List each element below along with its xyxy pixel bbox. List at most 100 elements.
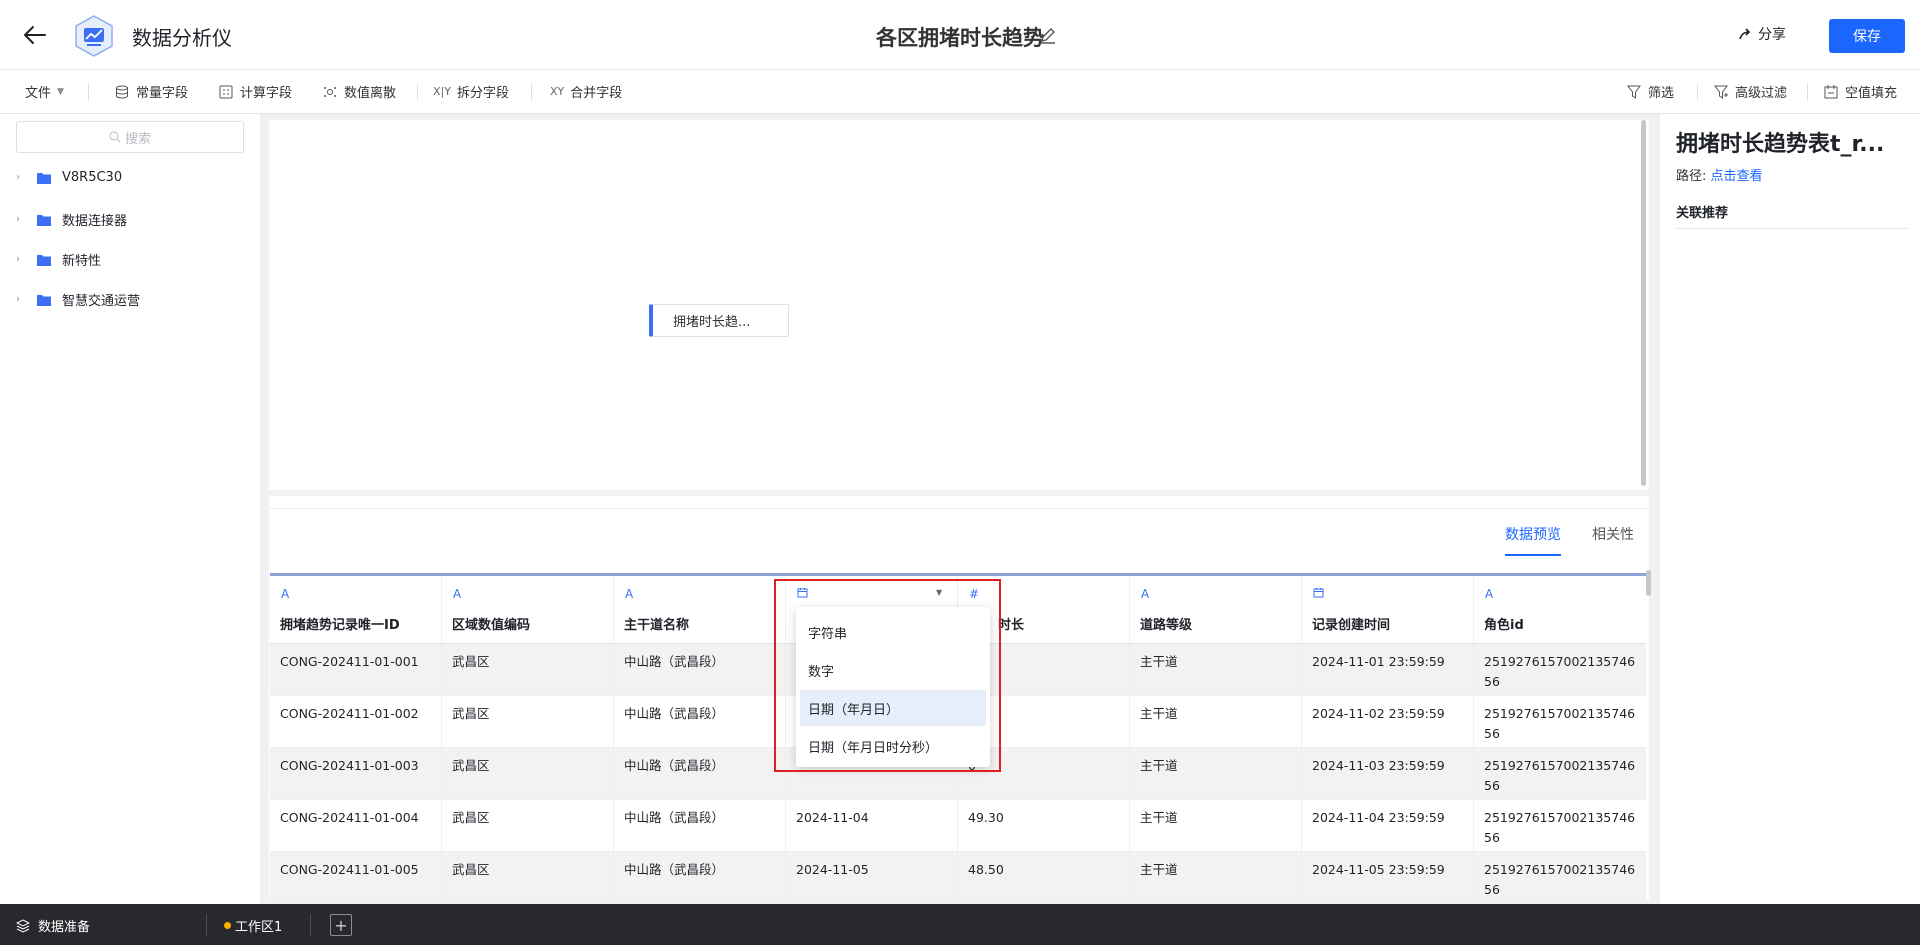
folder-item[interactable]: › V8R5C30	[16, 170, 122, 185]
column-type-dropdown-icon[interactable]: ▼	[936, 588, 942, 597]
column-header[interactable]: A 拥堵趋势记录唯一ID	[270, 576, 442, 644]
app-header: 数据分析仪 各区拥堵时长趋势 分享 保存	[0, 0, 1920, 70]
table-cell: 2024-11-02 23:59:59	[1302, 696, 1474, 748]
folder-icon	[37, 254, 51, 266]
table-cell: 主干道	[1130, 644, 1302, 696]
data-prep-tab[interactable]: 数据准备	[16, 916, 90, 935]
file-menu[interactable]: 文件 ▼	[25, 82, 64, 101]
database-icon	[116, 85, 128, 99]
advanced-filter-button[interactable]: 高级过滤	[1713, 82, 1787, 101]
search-icon	[109, 131, 121, 143]
table-cell: 武昌区	[442, 852, 614, 904]
column-header[interactable]: A 区域数值编码	[442, 576, 614, 644]
column-header[interactable]: 记录创建时间	[1302, 576, 1474, 644]
column-header[interactable]: A 主干道名称	[614, 576, 786, 644]
discretize-button[interactable]: 数值离散	[322, 82, 396, 101]
search-input[interactable]: 搜索	[16, 121, 244, 153]
table-cell: 中山路（武昌段）	[614, 748, 786, 800]
merge-icon: XY	[550, 85, 565, 98]
column-name: 主干道名称	[624, 618, 690, 633]
folder-item[interactable]: › 智慧交通运营	[16, 290, 140, 309]
table-cell: 主干道	[1130, 748, 1302, 800]
type-option-datetime[interactable]: 日期（年月日时分秒）	[800, 728, 986, 764]
toolbar-divider	[88, 84, 89, 100]
related-recommendations-heading: 关联推荐	[1676, 206, 1729, 221]
toolbar: 文件 ▼ 常量字段 计算字段 数值离散 X|Y 拆分字段 XY 合并字段 筛选 …	[0, 70, 1920, 114]
folder-label: 数据连接器	[62, 214, 128, 229]
split-icon: X|Y	[433, 85, 451, 98]
chevron-right-icon: ›	[16, 254, 20, 265]
table-cell: 2024-11-03 23:59:59	[1302, 748, 1474, 800]
constant-field-label: 常量字段	[136, 86, 189, 101]
edit-title-icon[interactable]	[1038, 26, 1058, 46]
table-cell: 2024-11-05	[786, 852, 958, 904]
table-cell: 2024-11-01 23:59:59	[1302, 644, 1474, 696]
calculator-icon	[219, 85, 233, 98]
workspace-tab[interactable]: 工作区1	[224, 916, 282, 935]
tab-correlation[interactable]: 相关性	[1592, 524, 1634, 554]
merge-field-button[interactable]: XY 合并字段	[550, 82, 622, 101]
folder-label: V8R5C30	[62, 170, 123, 185]
type-option-number[interactable]: 数字	[800, 652, 986, 688]
table-cell: 48.50	[958, 852, 1130, 904]
calculated-field-button[interactable]: 计算字段	[218, 82, 292, 101]
type-option-date[interactable]: 日期（年月日）	[800, 690, 986, 726]
folder-item[interactable]: › 数据连接器	[16, 210, 127, 229]
divider	[1676, 228, 1908, 229]
share-button[interactable]: 分享	[1738, 24, 1786, 44]
dataset-info-panel: 拥堵时长趋势表t_r... 路径: 点击查看 关联推荐	[1660, 114, 1920, 904]
table-cell: 2024-11-04 23:59:59	[1302, 800, 1474, 852]
text-type-icon: A	[281, 587, 290, 601]
dataset-node[interactable]: 拥堵时长趋...	[649, 304, 789, 337]
table-cell: 2024-11-04	[786, 800, 958, 852]
type-option-string[interactable]: 字符串	[800, 614, 986, 650]
search-placeholder: 搜索	[124, 131, 151, 147]
column-name: 区域数值编码	[452, 618, 531, 633]
merge-field-label: 合并字段	[570, 86, 623, 101]
tab-data-preview[interactable]: 数据预览	[1505, 524, 1561, 556]
chevron-right-icon: ›	[16, 294, 20, 305]
table-cell: CONG-202411-01-002	[270, 696, 442, 748]
column-header[interactable]: A 角色id	[1474, 576, 1646, 644]
data-source-sidebar: 搜索 › V8R5C30 › 数据连接器 › 新特性 › 智慧交通运营	[0, 114, 260, 904]
chevron-right-icon: ›	[16, 214, 20, 225]
null-fill-label: 空值填充	[1845, 86, 1898, 101]
column-header[interactable]: A 道路等级	[1130, 576, 1302, 644]
toolbar-divider	[1807, 84, 1808, 100]
discretize-label: 数值离散	[344, 86, 397, 101]
save-button[interactable]: 保存	[1829, 19, 1905, 53]
back-arrow-icon[interactable]	[22, 22, 48, 48]
table-cell: 主干道	[1130, 696, 1302, 748]
table-scrollbar[interactable]	[1646, 570, 1651, 596]
add-workspace-button[interactable]: +	[330, 914, 352, 936]
canvas-scrollbar[interactable]	[1641, 120, 1646, 486]
column-name: 记录创建时间	[1312, 618, 1391, 633]
advanced-filter-icon	[1714, 85, 1728, 99]
folder-item[interactable]: › 新特性	[16, 250, 101, 269]
flow-canvas[interactable]: 拥堵时长趋...	[269, 120, 1649, 490]
file-menu-label: 文件	[25, 86, 52, 101]
number-type-icon: #	[969, 587, 980, 601]
folder-label: 新特性	[62, 254, 102, 269]
table-cell: 251927615700213574656	[1484, 706, 1636, 741]
view-path-link[interactable]: 点击查看	[1711, 169, 1763, 184]
bottom-bar: 数据准备 工作区1 +	[0, 904, 1920, 945]
null-fill-button[interactable]: 空值填充	[1823, 82, 1897, 101]
scatter-icon	[324, 86, 336, 97]
table-cell: CONG-202411-01-005	[270, 852, 442, 904]
folder-icon	[37, 214, 51, 226]
filter-label: 筛选	[1648, 86, 1675, 101]
table-cell: 中山路（武昌段）	[614, 644, 786, 696]
calendar-icon	[1313, 588, 1324, 598]
table-cell: 49.30	[958, 800, 1130, 852]
column-name: 拥堵趋势记录唯一ID	[280, 618, 400, 633]
divider	[206, 914, 207, 936]
split-field-button[interactable]: X|Y 拆分字段	[433, 82, 509, 101]
constant-field-button[interactable]: 常量字段	[114, 82, 188, 101]
divider	[269, 508, 1649, 509]
column-name: 道路等级	[1140, 618, 1193, 633]
data-prep-label: 数据准备	[38, 920, 91, 935]
filter-button[interactable]: 筛选	[1626, 82, 1674, 101]
table-cell: 武昌区	[442, 800, 614, 852]
toolbar-divider	[417, 84, 418, 100]
